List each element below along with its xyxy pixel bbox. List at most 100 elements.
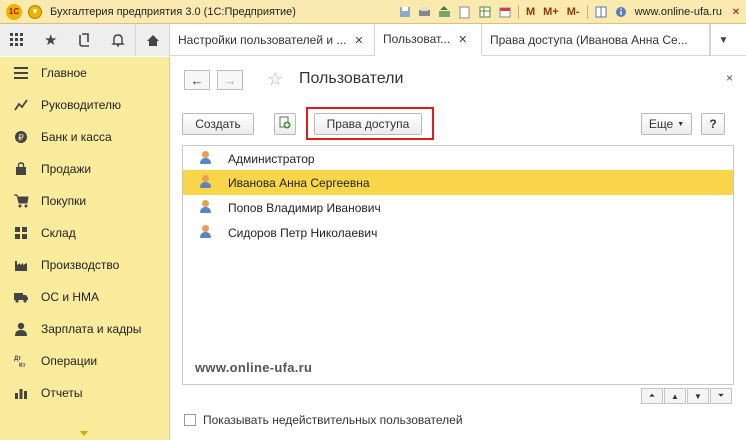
site-url: www.online-ufa.ru <box>634 6 722 18</box>
sidebar-item-salary[interactable]: Зарплата и кадры <box>0 313 169 345</box>
apps-grid-icon[interactable] <box>0 24 34 56</box>
user-name: Администратор <box>228 151 315 166</box>
close-window-icon[interactable]: ✕ <box>728 4 744 20</box>
title-bar: 1С ▼ Бухгалтерия предприятия 3.0 (1С:Пре… <box>0 0 746 24</box>
sidebar-item-sales[interactable]: Продажи <box>0 153 169 185</box>
user-icon <box>199 151 211 165</box>
panel-tools: ★ <box>0 24 170 56</box>
document-icon[interactable] <box>457 4 473 20</box>
users-list[interactable]: Администратор Иванова Анна Сергеевна Поп… <box>182 145 734 385</box>
list-item[interactable]: Сидоров Петр Николаевич <box>183 220 733 245</box>
history-icon[interactable] <box>68 24 102 56</box>
back-arrow-icon[interactable]: ← <box>184 70 210 90</box>
list-item[interactable]: Иванова Анна Сергеевна <box>183 170 733 195</box>
separator <box>517 5 519 19</box>
scroll-down-icon[interactable]: ▼ <box>687 388 709 404</box>
copy-icon <box>279 116 291 132</box>
highlight-frame <box>306 107 434 140</box>
more-button[interactable]: Еще ▼ <box>641 113 692 135</box>
forward-arrow-icon[interactable]: → <box>217 70 243 90</box>
chart-icon <box>12 96 30 114</box>
svg-text:Дт: Дт <box>14 356 21 362</box>
copy-button[interactable] <box>274 113 296 135</box>
scroll-up-icon[interactable]: ▲ <box>664 388 686 404</box>
tab-user-settings[interactable]: Настройки пользователей и ... ✕ <box>170 24 375 56</box>
show-invalid-users[interactable]: Показывать недействительных пользователе… <box>184 413 463 427</box>
user-name: Попов Владимир Иванович <box>228 200 381 215</box>
memory-m-plus-button[interactable]: M+ <box>543 6 559 18</box>
send-icon[interactable] <box>437 4 453 20</box>
memory-m-button[interactable]: M <box>526 6 535 18</box>
sidebar-item-label: Банк и касса <box>41 130 112 144</box>
sidebar-item-operations[interactable]: Дт Кт Операции <box>0 345 169 377</box>
sidebar-item-label: Покупки <box>41 194 87 208</box>
scroll-bottom-icon[interactable]: ⏷ <box>710 388 732 404</box>
sidebar-item-bank[interactable]: ₽ Банк и касса <box>0 121 169 153</box>
sidebar-item-label: ОС и НМА <box>41 290 100 304</box>
sidebar-item-label: Главное <box>41 66 87 80</box>
sidebar: Главное Руководителю ₽ Банк и касса Прод… <box>0 57 170 440</box>
tab-bar: ★ Настройки пользователей и ... ✕ Пользо… <box>0 24 746 56</box>
favorites-star-icon[interactable]: ★ <box>34 24 68 56</box>
list-item[interactable]: Администратор <box>183 146 733 171</box>
truck-icon <box>12 288 30 306</box>
sidebar-item-label: Продажи <box>41 162 92 176</box>
window-layout-icon[interactable] <box>593 4 609 20</box>
sidebar-item-fixed-assets[interactable]: ОС и НМА <box>0 281 169 313</box>
show-invalid-label: Показывать недействительных пользователе… <box>203 413 463 427</box>
info-icon[interactable] <box>613 4 629 20</box>
separator <box>586 5 588 19</box>
sidebar-item-label: Отчеты <box>41 386 83 400</box>
list-item[interactable]: Попов Владимир Иванович <box>183 195 733 220</box>
print-icon[interactable] <box>417 4 433 20</box>
tab-access-rights[interactable]: Права доступа (Иванова Анна Се... <box>482 24 710 56</box>
sidebar-item-label: Зарплата и кадры <box>41 322 142 336</box>
main-menu-button[interactable]: ▼ <box>28 4 42 19</box>
more-label: Еще <box>648 117 674 131</box>
bag-icon <box>12 160 30 178</box>
tab-label: Права доступа (Иванова Анна Се... <box>490 33 688 47</box>
user-name: Иванова Анна Сергеевна <box>228 175 370 190</box>
menu-icon <box>12 64 30 82</box>
sidebar-scroll-down-icon[interactable] <box>80 431 88 436</box>
calendar-icon[interactable] <box>497 4 513 20</box>
sidebar-item-production[interactable]: Производство <box>0 249 169 281</box>
svg-text:₽: ₽ <box>18 133 24 143</box>
tab-label: Пользоват... <box>383 32 451 46</box>
memory-m-minus-button[interactable]: M- <box>567 6 580 18</box>
sidebar-item-label: Производство <box>41 258 120 272</box>
help-button[interactable]: ? <box>701 113 725 135</box>
close-icon[interactable]: × <box>726 71 733 85</box>
main-panel: ← → ☆ Пользователи × Создать Права досту… <box>171 57 746 440</box>
sidebar-item-purchases[interactable]: Покупки <box>0 185 169 217</box>
person-icon <box>12 320 30 338</box>
sidebar-item-warehouse[interactable]: Склад <box>0 217 169 249</box>
sidebar-item-reports[interactable]: Отчеты <box>0 377 169 409</box>
app-logo-icon: 1С <box>6 3 22 20</box>
spreadsheet-icon[interactable] <box>477 4 493 20</box>
close-icon[interactable]: ✕ <box>354 34 363 47</box>
sidebar-item-manager[interactable]: Руководителю <box>0 89 169 121</box>
notifications-bell-icon[interactable] <box>101 24 135 56</box>
svg-text:Кт: Кт <box>19 363 26 368</box>
title-toolbar: M M+ M- www.online-ufa.ru ✕ <box>395 0 746 24</box>
report-icon <box>12 384 30 402</box>
favorite-star-icon[interactable]: ☆ <box>267 69 283 90</box>
home-icon[interactable] <box>135 24 169 56</box>
scroll-top-icon[interactable]: ⏶ <box>641 388 663 404</box>
list-navigation: ⏶ ▲ ▼ ⏷ <box>641 388 733 404</box>
dt-kt-icon: Дт Кт <box>12 352 30 370</box>
coin-icon: ₽ <box>12 128 30 146</box>
create-button[interactable]: Создать <box>182 113 254 135</box>
show-invalid-checkbox[interactable] <box>184 414 196 426</box>
close-icon[interactable]: ✕ <box>458 33 467 46</box>
tab-label: Настройки пользователей и ... <box>178 33 347 47</box>
sidebar-item-main[interactable]: Главное <box>0 57 169 89</box>
user-name: Сидоров Петр Николаевич <box>228 225 378 240</box>
sidebar-item-label: Операции <box>41 354 98 368</box>
save-icon[interactable] <box>397 4 413 20</box>
factory-icon <box>12 256 30 274</box>
tabs-dropdown-icon[interactable]: ▼ <box>710 24 736 56</box>
sidebar-item-label: Склад <box>41 226 76 240</box>
tab-users[interactable]: Пользоват... ✕ <box>375 24 482 56</box>
